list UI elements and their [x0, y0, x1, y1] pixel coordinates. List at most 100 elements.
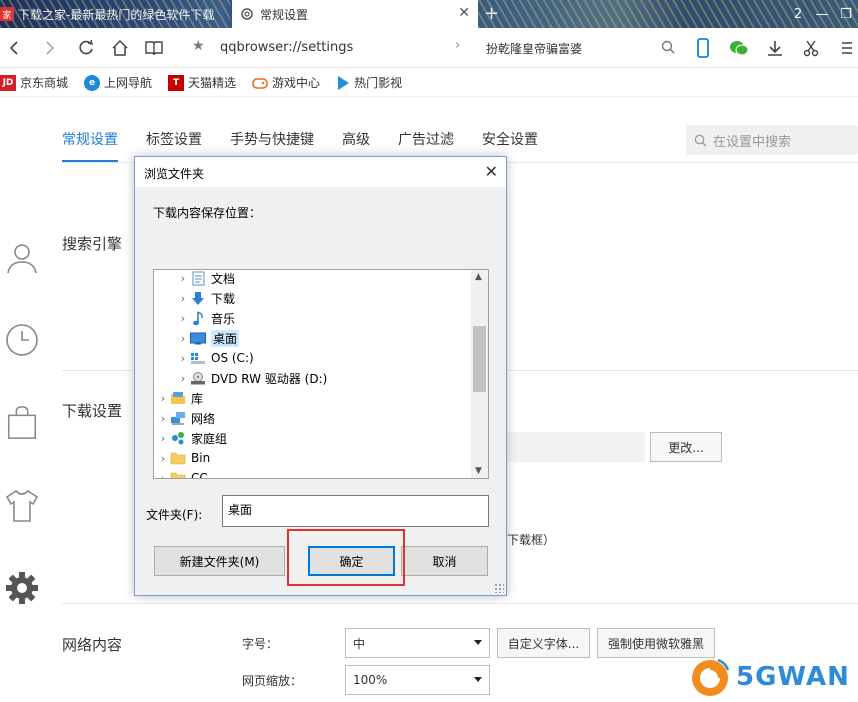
download-settings-title: 下载设置	[62, 402, 123, 420]
folder-tree[interactable]: › 文档 › 下载 › 音乐 › 桌面 › OS (C:) › DVD RW 驱…	[153, 269, 489, 479]
wechat-button[interactable]	[726, 35, 752, 61]
tree-item-os-drive[interactable]: › OS (C:)	[176, 348, 254, 368]
shirt-icon[interactable]	[4, 488, 40, 524]
chevron-right-icon[interactable]: ›	[455, 38, 460, 53]
home-button[interactable]	[106, 34, 134, 62]
tab-download-site[interactable]: 家 下载之家-最新最热门的绿色软件下载	[0, 0, 228, 28]
tree-item-label: Bin	[191, 451, 211, 465]
tree-item-downloads[interactable]: › 下载	[176, 288, 235, 308]
history-clock-icon[interactable]	[4, 322, 40, 358]
settings-search-input[interactable]: 在设置中搜索	[686, 125, 858, 155]
download-option-text: 下载框）	[507, 533, 556, 547]
tab-title: 常规设置	[260, 7, 309, 22]
forward-button[interactable]	[36, 34, 64, 62]
chevron-right-icon[interactable]: ›	[176, 332, 190, 345]
download-button[interactable]	[762, 35, 788, 61]
search-icon[interactable]	[661, 40, 675, 54]
tab-settings[interactable]: 常规设置 ✕	[232, 0, 478, 28]
ie-icon: e	[84, 74, 101, 91]
gear-icon	[241, 8, 253, 20]
new-folder-button[interactable]: 新建文件夹(M)	[154, 546, 285, 576]
bookmark-games[interactable]: 游戏中心	[252, 74, 320, 91]
bookmark-navigation[interactable]: e 上网导航	[84, 74, 152, 91]
chevron-right-icon[interactable]: ›	[156, 412, 170, 425]
watermark-text: 5GWAN	[736, 662, 850, 692]
bookmarks-bar: JD 京东商城 e 上网导航 T 天猫精选 游戏中心 热门影视	[0, 69, 858, 97]
tree-scrollbar[interactable]: ▲ ▼	[471, 270, 488, 478]
tree-item-music[interactable]: › 音乐	[176, 308, 235, 328]
phone-sync-button[interactable]	[690, 35, 716, 61]
chevron-right-icon[interactable]: ›	[176, 372, 190, 385]
play-icon	[338, 75, 350, 90]
custom-font-button[interactable]: 自定义字体...	[497, 628, 590, 658]
scroll-down-icon[interactable]: ▼	[475, 466, 482, 476]
bookmark-tmall[interactable]: T 天猫精选	[168, 74, 236, 91]
reader-button[interactable]	[140, 34, 168, 62]
tree-item-dvd-drive[interactable]: › DVD RW 驱动器 (D:)	[176, 368, 327, 388]
tab-counter[interactable]: 2	[786, 7, 810, 22]
tree-item-bin[interactable]: › Bin	[156, 448, 210, 468]
screenshot-button[interactable]	[798, 35, 824, 61]
bookmark-star-icon[interactable]: ★	[192, 38, 205, 54]
force-yahei-button[interactable]: 强制使用微软雅黑	[597, 628, 715, 658]
tree-item-library[interactable]: › 库	[156, 388, 203, 408]
chevron-right-icon[interactable]: ›	[156, 432, 170, 445]
shopping-bag-icon[interactable]	[4, 404, 40, 440]
tab-title: 下载之家-最新最热门的绿色软件下载	[18, 7, 215, 22]
settings-gear-icon[interactable]	[4, 570, 40, 606]
watermark-logo-icon	[692, 658, 730, 696]
font-size-select[interactable]: 中	[345, 628, 490, 658]
resize-grip-icon[interactable]	[494, 583, 504, 593]
search-box[interactable]: 扮乾隆皇帝骗富婆	[478, 34, 683, 62]
chevron-right-icon[interactable]: ›	[176, 292, 190, 305]
tree-item-cc[interactable]: › CC	[156, 468, 208, 479]
phone-icon	[697, 38, 709, 58]
change-path-button[interactable]: 更改...	[650, 432, 722, 462]
forward-arrow-icon	[46, 40, 55, 55]
font-size-value: 中	[353, 636, 366, 651]
new-tab-icon[interactable]: +	[484, 3, 499, 24]
tree-item-network[interactable]: › 网络	[156, 408, 215, 428]
folder-field-label: 文件夹(F):	[146, 508, 203, 522]
network-icon	[170, 410, 186, 426]
music-note-icon	[190, 310, 206, 326]
dialog-titlebar[interactable]: 浏览文件夹 ✕	[135, 157, 506, 187]
chevron-right-icon[interactable]: ›	[156, 392, 170, 405]
chevron-right-icon[interactable]: ›	[156, 472, 170, 479]
tree-item-homegroup[interactable]: › 家庭组	[156, 428, 227, 448]
bookmark-videos[interactable]: 热门影视	[336, 74, 402, 91]
tree-item-desktop[interactable]: › 桌面	[176, 328, 240, 348]
folder-icon	[170, 450, 186, 466]
restore-icon[interactable]: ❐	[834, 7, 858, 22]
folder-name-input[interactable]: 桌面	[222, 495, 489, 527]
chevron-right-icon[interactable]: ›	[176, 272, 190, 285]
window-controls: 2 — ❐	[786, 0, 858, 28]
url-text[interactable]: qqbrowser://settings	[220, 40, 353, 55]
cancel-button[interactable]: 取消	[401, 546, 488, 576]
library-icon	[170, 390, 186, 406]
close-tab-icon[interactable]: ✕	[458, 5, 470, 21]
user-icon[interactable]	[4, 240, 40, 276]
download-path-field[interactable]	[505, 432, 645, 462]
chevron-right-icon[interactable]: ›	[176, 352, 190, 365]
chevron-right-icon[interactable]: ›	[156, 452, 170, 465]
refresh-button[interactable]	[72, 34, 100, 62]
tmall-icon: T	[168, 74, 185, 91]
menu-button[interactable]	[834, 35, 858, 61]
tab-general[interactable]: 常规设置	[62, 130, 118, 162]
dropdown-caret-icon	[474, 640, 482, 645]
tree-item-documents[interactable]: › 文档	[176, 270, 236, 288]
bookmark-label: 京东商城	[20, 76, 69, 90]
zoom-select[interactable]: 100%	[345, 665, 490, 695]
back-button[interactable]	[0, 34, 28, 62]
section-divider	[62, 603, 858, 604]
tree-item-label: 文档	[211, 271, 236, 286]
minimize-icon[interactable]: —	[810, 7, 834, 22]
close-icon[interactable]: ✕	[485, 162, 498, 181]
navigation-bar: ★ qqbrowser://settings › 扮乾隆皇帝骗富婆	[0, 28, 858, 68]
scrollbar-thumb[interactable]	[473, 326, 486, 392]
book-icon	[145, 40, 163, 55]
scroll-up-icon[interactable]: ▲	[475, 272, 482, 282]
chevron-right-icon[interactable]: ›	[176, 312, 190, 325]
bookmark-jd[interactable]: JD 京东商城	[0, 74, 68, 91]
